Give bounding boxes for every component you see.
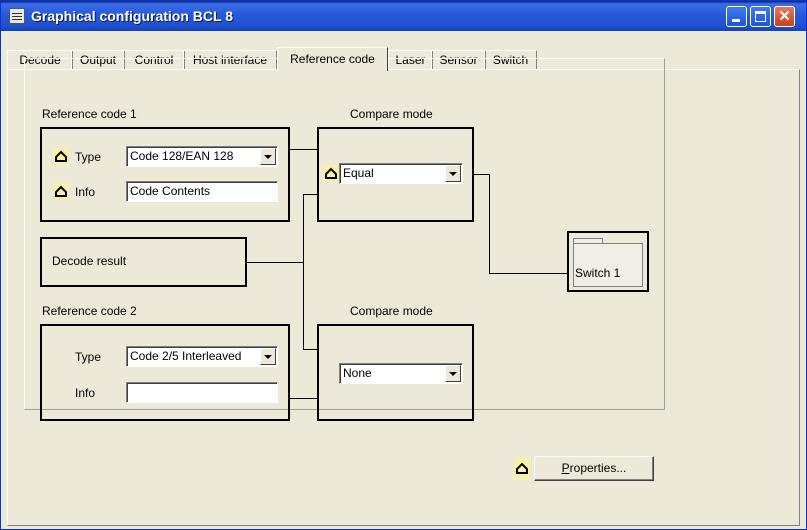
connector-line bbox=[303, 194, 304, 349]
info-label-1: Info bbox=[75, 185, 96, 199]
type-dropdown-2-value: Code 2/5 Interleaved bbox=[130, 349, 242, 363]
modified-indicator-icon bbox=[53, 148, 69, 165]
connector-line bbox=[290, 398, 317, 399]
properties-button[interactable]: Properties... bbox=[534, 456, 654, 481]
type-label-2: Type bbox=[75, 350, 102, 364]
info-field-1[interactable]: Code Contents bbox=[126, 181, 278, 202]
connector-line bbox=[303, 349, 317, 350]
maximize-icon bbox=[755, 11, 766, 22]
chevron-down-icon[interactable] bbox=[445, 365, 461, 382]
folder-icon bbox=[573, 243, 643, 287]
decode-result-label: Decode result bbox=[52, 254, 127, 268]
app-window: Graphical configuration BCL 8 ✕ Decode O… bbox=[0, 0, 807, 530]
connector-line bbox=[290, 149, 317, 150]
tab-reference-code[interactable]: Reference code bbox=[277, 47, 388, 71]
modified-indicator-icon bbox=[53, 183, 69, 200]
type-label-1: Type bbox=[75, 150, 102, 164]
maximize-button[interactable] bbox=[750, 6, 771, 27]
compare-mode-1-value: Equal bbox=[343, 166, 374, 180]
chevron-down-icon[interactable] bbox=[260, 348, 276, 365]
type-dropdown-1[interactable]: Code 128/EAN 128 bbox=[126, 146, 278, 167]
modified-indicator-icon bbox=[514, 458, 530, 479]
type-dropdown-1-value: Code 128/EAN 128 bbox=[130, 149, 234, 163]
close-button[interactable]: ✕ bbox=[774, 6, 795, 27]
window-title: Graphical configuration BCL 8 bbox=[31, 8, 233, 24]
minimize-button[interactable] bbox=[726, 6, 747, 27]
type-dropdown-2[interactable]: Code 2/5 Interleaved bbox=[126, 346, 278, 367]
connector-line bbox=[247, 262, 303, 263]
connector-line bbox=[489, 273, 567, 274]
info-field-2[interactable] bbox=[126, 382, 278, 403]
app-icon[interactable] bbox=[9, 8, 25, 24]
connector-line bbox=[489, 174, 490, 274]
reference-code-1-heading: Reference code 1 bbox=[42, 107, 137, 121]
connector-line bbox=[303, 194, 317, 195]
title-bar[interactable]: Graphical configuration BCL 8 ✕ bbox=[1, 1, 806, 31]
modified-indicator-icon bbox=[323, 165, 339, 182]
compare-mode-1-heading: Compare mode bbox=[350, 107, 433, 121]
close-icon: ✕ bbox=[778, 8, 791, 25]
compare-mode-1-dropdown[interactable]: Equal bbox=[339, 163, 463, 184]
switch-1-label: Switch 1 bbox=[575, 266, 621, 280]
minimize-icon bbox=[732, 19, 740, 22]
compare-mode-2-dropdown[interactable]: None bbox=[339, 363, 463, 384]
compare-mode-2-value: None bbox=[343, 366, 372, 380]
compare-mode-2-heading: Compare mode bbox=[350, 304, 433, 318]
chevron-down-icon[interactable] bbox=[260, 148, 276, 165]
reference-code-2-heading: Reference code 2 bbox=[42, 304, 137, 318]
properties-button-label: roperties... bbox=[569, 461, 627, 475]
reference-code-2-box bbox=[40, 324, 290, 421]
reference-code-1-box bbox=[40, 127, 290, 222]
chevron-down-icon[interactable] bbox=[445, 165, 461, 182]
connector-line bbox=[474, 174, 489, 175]
properties-button-mnemonic: P bbox=[561, 461, 570, 475]
info-label-2: Info bbox=[75, 386, 96, 400]
